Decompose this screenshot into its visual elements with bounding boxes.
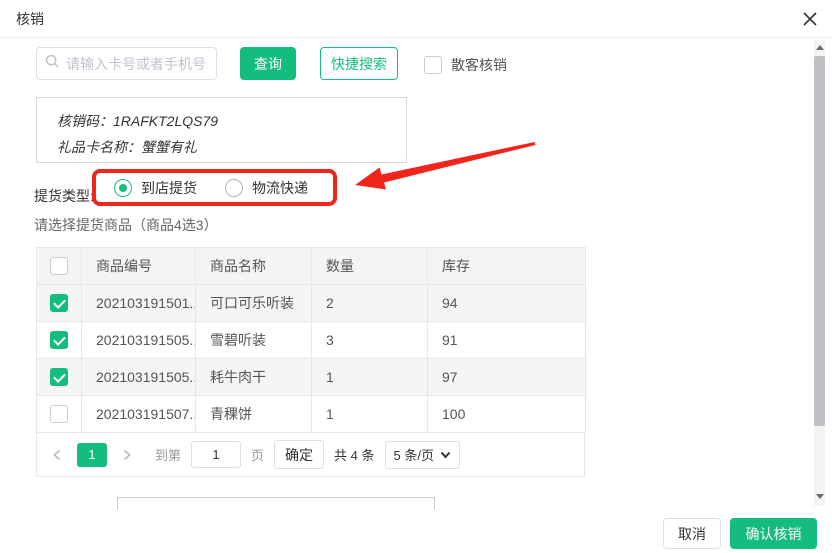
cell-stock: 97 [428, 359, 586, 396]
column-header-name: 商品名称 [196, 248, 312, 285]
cell-stock: 91 [428, 322, 586, 359]
scroll-up-icon[interactable] [816, 45, 824, 50]
row-checkbox[interactable] [50, 331, 68, 349]
scroll-down-icon[interactable] [816, 494, 824, 499]
table-row: 202103191501... 可口可乐听装 2 94 [37, 285, 586, 322]
row-checkbox[interactable] [50, 294, 68, 312]
cell-product-code: 202103191501... [82, 285, 196, 322]
radio-icon[interactable] [225, 179, 243, 197]
dialog-footer: 取消 确认核销 [0, 510, 832, 553]
page-size-select[interactable]: 5 条/页 [385, 441, 460, 469]
dialog-title: 核销 [16, 0, 44, 38]
dialog-header: 核销 [0, 0, 832, 38]
column-header-code: 商品编号 [82, 248, 196, 285]
verification-code-text: 核销码：1RAFKT2LQS79 [57, 109, 386, 133]
hidden-panel-edge [117, 497, 435, 510]
cell-stock: 94 [428, 285, 586, 322]
table-row: 202103191507... 青稞饼 1 100 [37, 396, 586, 433]
quick-search-button[interactable]: 快捷搜索 [320, 47, 398, 80]
pickup-type-highlight-box: 到店提货 物流快递 [92, 169, 337, 206]
vertical-scrollbar[interactable] [814, 40, 825, 506]
cell-quantity: 1 [312, 396, 428, 433]
cell-product-name: 青稞饼 [196, 396, 312, 433]
table-header-row: 商品编号 商品名称 数量 库存 [37, 248, 586, 285]
confirm-verify-button[interactable]: 确认核销 [730, 518, 817, 549]
query-button[interactable]: 查询 [240, 47, 296, 80]
cancel-button[interactable]: 取消 [663, 518, 721, 549]
chevron-down-icon [440, 451, 451, 459]
column-header-stock: 库存 [428, 248, 586, 285]
cell-product-name: 耗牛肉干 [196, 359, 312, 396]
card-info-box: 核销码：1RAFKT2LQS79 礼品卡名称：蟹蟹有礼 [36, 97, 407, 163]
page-number-button[interactable]: 1 [77, 443, 107, 467]
search-icon [45, 54, 60, 74]
close-icon[interactable] [800, 9, 820, 29]
cell-quantity: 2 [312, 285, 428, 322]
cell-product-name: 雪碧听装 [196, 322, 312, 359]
goto-suffix-label: 页 [251, 445, 264, 464]
next-page-icon[interactable] [117, 443, 137, 467]
goto-page-input[interactable] [191, 441, 241, 468]
table-row: 202103191505... 耗牛肉干 1 97 [37, 359, 586, 396]
row-checkbox[interactable] [50, 368, 68, 386]
walk-in-checkbox[interactable] [424, 56, 442, 74]
product-table: 商品编号 商品名称 数量 库存 202103191501... 可口可乐听装 2… [36, 247, 585, 477]
prev-page-icon[interactable] [47, 443, 67, 467]
pickup-type-option[interactable]: 到店提货 [114, 178, 197, 198]
row-checkbox[interactable] [50, 405, 68, 423]
cell-quantity: 3 [312, 322, 428, 359]
walk-in-label: 散客核销 [451, 55, 507, 75]
cell-product-code: 202103191505... [82, 322, 196, 359]
scrollbar-thumb[interactable] [814, 56, 825, 426]
walk-in-verification: 散客核销 [424, 55, 507, 75]
search-input[interactable] [66, 56, 247, 72]
pickup-type-label: 提货类型: [34, 178, 94, 214]
select-all-checkbox[interactable] [50, 257, 68, 275]
pagination-bar: 1 到第 页 确定 共 4 条 5 条/页 [36, 433, 585, 477]
cell-stock: 100 [428, 396, 586, 433]
goto-prefix-label: 到第 [155, 445, 181, 464]
goto-confirm-button[interactable]: 确定 [274, 440, 324, 469]
cell-quantity: 1 [312, 359, 428, 396]
total-count-label: 共 4 条 [334, 445, 374, 464]
card-search-field[interactable] [36, 47, 217, 80]
page-size-value: 5 条/页 [394, 445, 434, 464]
cell-product-name: 可口可乐听装 [196, 285, 312, 322]
pickup-type-option[interactable]: 物流快递 [225, 178, 308, 198]
cell-product-code: 202103191507... [82, 396, 196, 433]
column-header-qty: 数量 [312, 248, 428, 285]
gift-card-name-text: 礼品卡名称：蟹蟹有礼 [57, 135, 386, 159]
radio-label: 到店提货 [141, 178, 197, 198]
dialog-body: 查询 快捷搜索 散客核销 核销码：1RAFKT2LQS79 礼品卡名称：蟹蟹有礼… [0, 38, 832, 510]
radio-icon[interactable] [114, 179, 132, 197]
radio-label: 物流快递 [252, 178, 308, 198]
cell-product-code: 202103191505... [82, 359, 196, 396]
product-section-title: 请选择提货商品（商品4选3） [34, 215, 218, 235]
table-row: 202103191505... 雪碧听装 3 91 [37, 322, 586, 359]
